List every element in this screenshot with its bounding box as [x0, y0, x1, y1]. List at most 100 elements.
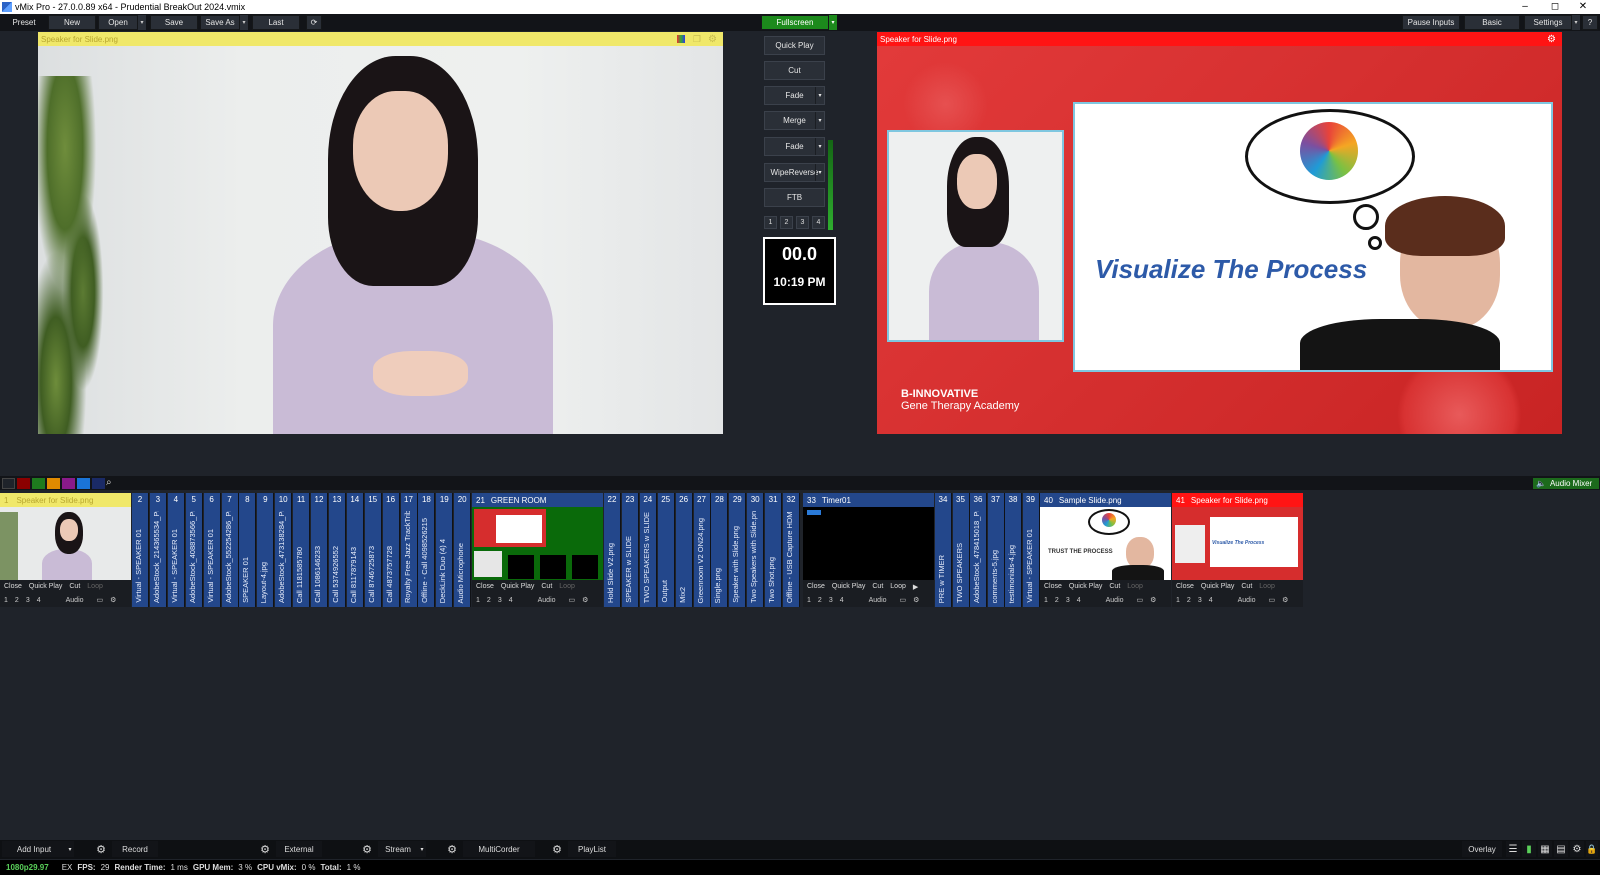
input-tile-11[interactable]: 11 Call 1181585780	[293, 493, 311, 607]
multicorder-settings-gear-icon[interactable]: ⚙	[445, 842, 459, 856]
input-tile-2[interactable]: 2 Virtual - SPEAKER 01	[132, 493, 149, 607]
input-tile-13[interactable]: 13 Call 5374926552	[328, 493, 346, 607]
wipe-reverse-dropdown[interactable]: ▾	[815, 164, 824, 181]
merge-dropdown[interactable]: ▾	[815, 112, 824, 129]
loop-button[interactable]: Loop	[1127, 583, 1143, 590]
input-tile-28[interactable]: 28 Single.png	[711, 493, 729, 607]
settings-dropdown[interactable]: ▾	[1572, 15, 1580, 30]
audio-mixer-button[interactable]: 🔈 Audio Mixer	[1533, 478, 1599, 489]
cut-button[interactable]: Cut	[541, 583, 552, 590]
cut-button[interactable]: Cut	[872, 583, 883, 590]
audio-meter-icon[interactable]: ▮	[1522, 841, 1536, 857]
tile-thumbnail[interactable]	[803, 507, 934, 580]
monitor-icon[interactable]: ▭	[1269, 596, 1276, 604]
quick-play-button[interactable]: Quick Play	[764, 36, 825, 55]
input-tile-41[interactable]: 41 Speaker for Slide.png Visualize The Pr…	[1172, 493, 1303, 607]
multiview-icon[interactable]: ▤	[1554, 841, 1568, 857]
external-button[interactable]: External	[276, 841, 322, 857]
cut-button[interactable]: Cut	[764, 61, 825, 80]
record-button[interactable]: Record	[112, 841, 158, 857]
close-button[interactable]: Close	[4, 583, 22, 590]
close-button[interactable]: Close	[1176, 583, 1194, 590]
fullscreen-button[interactable]: Fullscreen	[761, 15, 829, 30]
audio-button[interactable]: Audio	[66, 597, 84, 604]
overlay-1-button[interactable]: 1	[1176, 597, 1180, 604]
input-tile-15[interactable]: 15 Call 8746725873	[364, 493, 382, 607]
input-tile-16[interactable]: 16 Call 4873757728	[382, 493, 400, 607]
monitor-icon[interactable]: ▭	[900, 596, 907, 604]
overlay-2-button[interactable]: 2	[15, 597, 19, 604]
overlay-3-button[interactable]: 3	[1198, 597, 1202, 604]
input-tile-32[interactable]: 32 Offline - USB Capture HDMI+	[783, 493, 800, 607]
transition-num-1[interactable]: 1	[764, 216, 777, 229]
pause-inputs-button[interactable]: Pause Inputs	[1402, 15, 1460, 30]
swatch-all[interactable]	[2, 478, 15, 489]
search-icon[interactable]: ⌕	[106, 477, 112, 488]
fade-button-2[interactable]: Fade ▾	[764, 137, 825, 156]
fullscreen-dropdown[interactable]: ▾	[829, 15, 837, 30]
loop-button[interactable]: Loop	[559, 583, 575, 590]
quick-play-button[interactable]: Quick Play	[832, 583, 865, 590]
quick-play-button[interactable]: Quick Play	[1069, 583, 1102, 590]
overlay-1-button[interactable]: 1	[476, 597, 480, 604]
swatch-blue[interactable]	[77, 478, 90, 489]
copy-icon[interactable]: ❐	[693, 34, 701, 45]
overlay-1-button[interactable]: 1	[807, 597, 811, 604]
audio-button[interactable]: Audio	[1106, 597, 1124, 604]
help-icon[interactable]: ?	[1582, 15, 1598, 30]
lock-icon[interactable]: 🔒	[1586, 841, 1598, 857]
output-video[interactable]: Visualize The Process B-INNOVATIVE Gene …	[877, 46, 1562, 434]
merge-button[interactable]: Merge ▾	[764, 111, 825, 130]
input-tile-22[interactable]: 22 Hold Slide V2.png	[604, 493, 621, 607]
list-view-icon[interactable]: ☰	[1506, 841, 1520, 857]
input-tile-18[interactable]: 18 Offline - Call 4098526215	[418, 493, 436, 607]
audio-button[interactable]: Audio	[869, 597, 887, 604]
cut-button[interactable]: Cut	[69, 583, 80, 590]
input-tile-4[interactable]: 4 Virtual - SPEAKER 01	[167, 493, 185, 607]
external-settings-gear-icon[interactable]: ⚙	[258, 842, 272, 856]
overlay-2-button[interactable]: 2	[487, 597, 491, 604]
overlay-2-button[interactable]: 2	[1187, 597, 1191, 604]
input-tile-31[interactable]: 31 Two Shot.png	[765, 493, 783, 607]
input-tile-12[interactable]: 12 Call 1086146233	[311, 493, 328, 607]
audio-button[interactable]: Audio	[1238, 597, 1256, 604]
t-bar-meter[interactable]	[828, 140, 833, 230]
transition-num-3[interactable]: 3	[796, 216, 809, 229]
monitor-icon[interactable]: ▭	[1137, 596, 1144, 604]
stream-button[interactable]: Stream	[378, 841, 418, 857]
monitor-icon[interactable]: ▭	[569, 596, 576, 604]
color-bars-icon[interactable]	[677, 35, 685, 43]
transition-num-4[interactable]: 4	[812, 216, 825, 229]
input-tile-6[interactable]: 6 Virtual - SPEAKER 01	[203, 493, 221, 607]
add-input-dropdown[interactable]: ▾	[66, 841, 74, 857]
last-button[interactable]: Last	[252, 15, 300, 30]
fade-dropdown[interactable]: ▾	[815, 87, 824, 104]
gear-icon[interactable]: ⚙	[708, 34, 717, 45]
input-tile-10[interactable]: 10 AdobeStock_473138284_Previ	[275, 493, 293, 607]
input-tile-1[interactable]: 1 Speaker for Slide.png Close Quick Play Cu…	[0, 493, 131, 607]
cut-button[interactable]: Cut	[1109, 583, 1120, 590]
new-button[interactable]: New	[48, 15, 96, 30]
overlay-3-button[interactable]: 3	[1066, 597, 1070, 604]
input-tile-27[interactable]: 27 Greenroom V2 ON24.png	[693, 493, 711, 607]
input-tile-8[interactable]: 8 SPEAKER 01	[239, 493, 257, 607]
input-tile-40[interactable]: 40 Sample Slide.png TRUST THE PROCESS Clo…	[1040, 493, 1171, 607]
grid-view-icon[interactable]: ▦	[1538, 841, 1552, 857]
playlist-settings-gear-icon[interactable]: ⚙	[550, 842, 564, 856]
input-tile-9[interactable]: 9 Layout-4.jpg	[257, 493, 275, 607]
tile-thumbnail[interactable]: Visualize The Process	[1172, 507, 1303, 580]
save-button[interactable]: Save	[150, 15, 198, 30]
input-tile-25[interactable]: 25 Output	[657, 493, 675, 607]
input-tile-38[interactable]: 38 testimonials-4.jpg	[1005, 493, 1022, 607]
play-icon[interactable]: ▶	[913, 583, 918, 591]
swatch-orange[interactable]	[47, 478, 60, 489]
save-as-dropdown[interactable]: ▾	[240, 15, 248, 30]
settings-button[interactable]: Settings	[1524, 15, 1572, 30]
record-settings-gear-icon[interactable]: ⚙	[94, 842, 108, 856]
input-tile-20[interactable]: 20 Audio Microphone	[454, 493, 472, 607]
overlay-button[interactable]: Overlay	[1462, 841, 1502, 857]
quick-play-button[interactable]: Quick Play	[1201, 583, 1234, 590]
add-input-button[interactable]: Add Input	[2, 841, 66, 857]
swatch-navy[interactable]	[92, 478, 105, 489]
overlay-3-button[interactable]: 3	[498, 597, 502, 604]
